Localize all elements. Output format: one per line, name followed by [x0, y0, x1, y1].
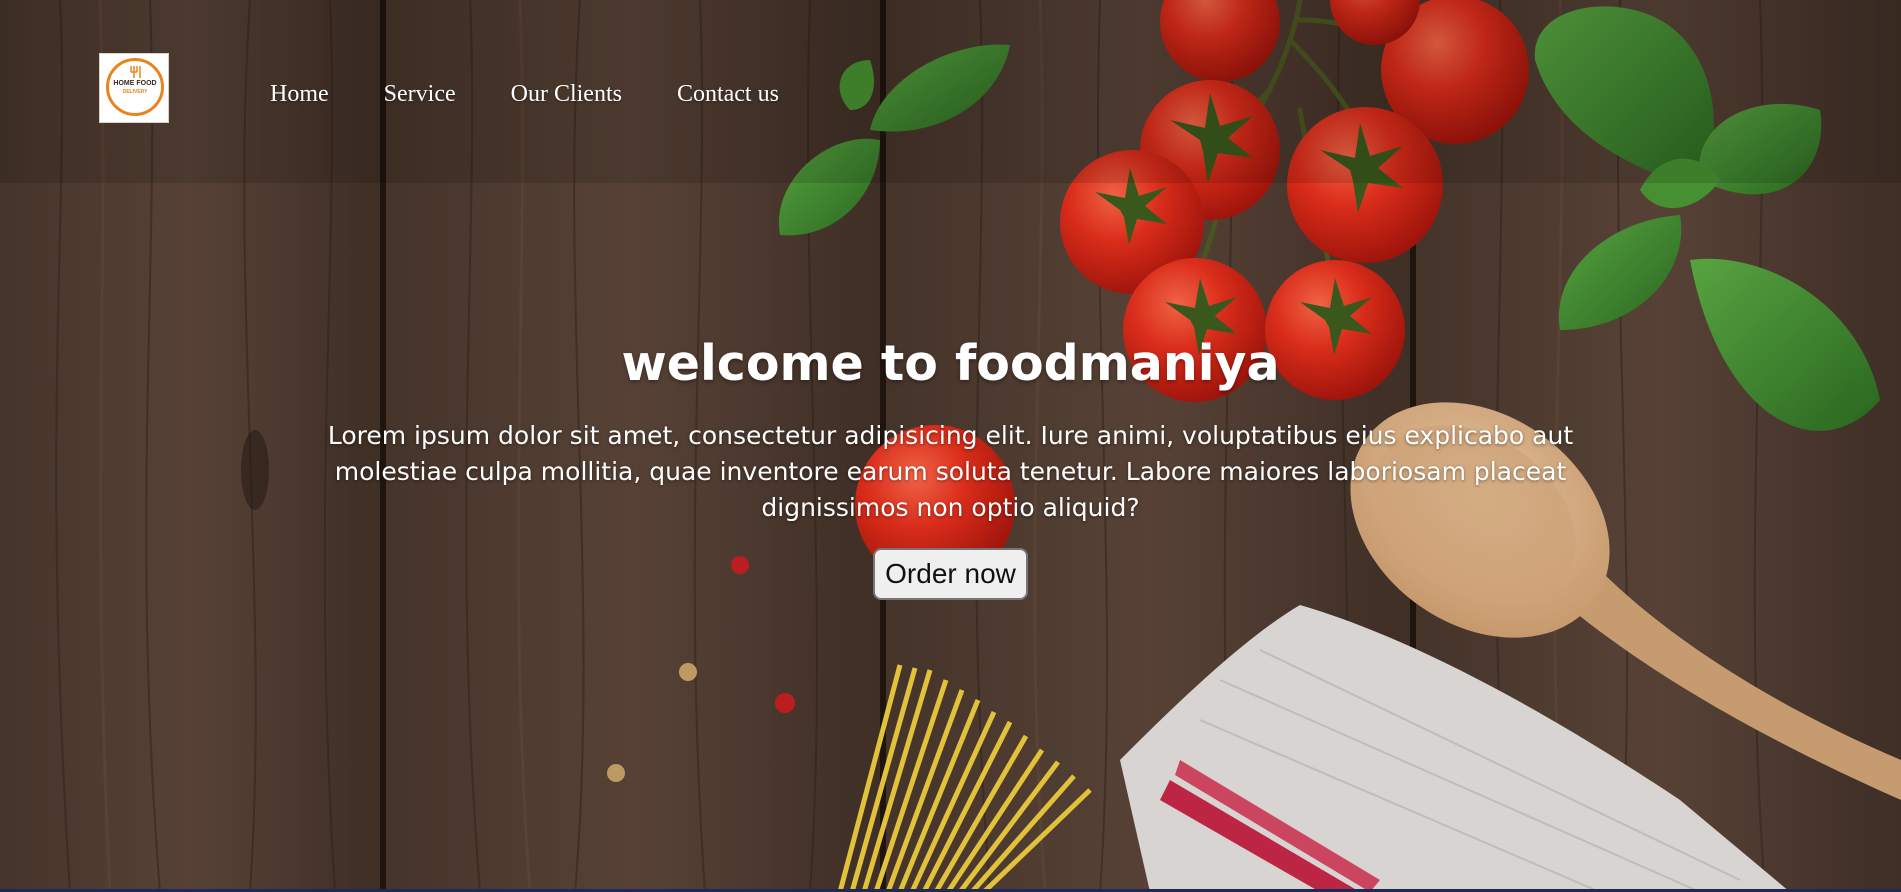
background-scene: HOME FOOD DELIVERY Home Service Our Clie…: [0, 0, 1901, 892]
nav-item-service[interactable]: Service: [384, 81, 456, 108]
nav-item-our-clients[interactable]: Our Clients: [511, 81, 622, 108]
nav-item-contact-us[interactable]: Contact us: [677, 81, 779, 108]
logo[interactable]: HOME FOOD DELIVERY: [99, 53, 169, 123]
order-now-button[interactable]: Order now: [873, 548, 1028, 600]
fork-icon: [130, 66, 141, 78]
logo-text-line2: DELIVERY: [122, 89, 148, 95]
main-nav: Home Service Our Clients Contact us: [270, 74, 834, 114]
site-header: HOME FOOD DELIVERY Home Service Our Clie…: [0, 0, 1901, 183]
logo-text-line1: HOME FOOD: [113, 80, 157, 87]
nav-item-home[interactable]: Home: [270, 81, 329, 108]
hero-section: welcome to foodmaniya Lorem ipsum dolor …: [0, 330, 1901, 600]
hero-title: welcome to foodmaniya: [621, 335, 1280, 392]
home-food-logo-icon: HOME FOOD DELIVERY: [106, 58, 164, 116]
hero-description: Lorem ipsum dolor sit amet, consectetur …: [327, 421, 1574, 522]
